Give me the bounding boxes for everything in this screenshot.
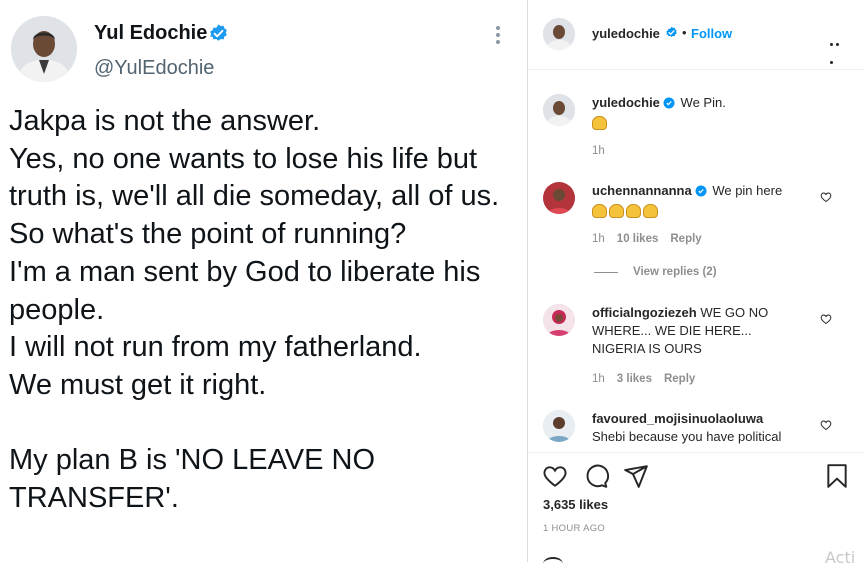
tweet-image: Yul Edochie @YulEdochie Jakpa is not the… <box>0 0 527 562</box>
tweet-author-handle: @YulEdochie <box>94 57 215 79</box>
raised-hands-emoji-icon <box>609 203 624 218</box>
post-username[interactable]: yuledochie <box>592 26 660 41</box>
emoji-icon[interactable] <box>543 557 563 571</box>
share-icon[interactable] <box>623 463 649 489</box>
caption-text: We Pin. <box>680 95 726 110</box>
caption-time: 1h <box>592 145 605 157</box>
comment-likes[interactable]: 10 likes <box>617 233 659 245</box>
verified-badge-icon <box>210 24 227 41</box>
emoji-row <box>592 114 609 132</box>
post-actions: 3,635 likes 1 HOUR AGO <box>528 452 864 562</box>
avatar[interactable] <box>543 410 575 442</box>
heart-icon[interactable] <box>820 419 832 431</box>
avatar[interactable] <box>543 94 575 126</box>
tweet-text: Jakpa is not the answer. Yes, no one wan… <box>9 105 500 515</box>
comment: uchennannanna We pin here <box>592 182 782 200</box>
emoji-row <box>592 202 660 220</box>
avatar[interactable] <box>543 182 575 214</box>
comment-time: 1h <box>592 373 605 385</box>
comment-likes[interactable]: 3 likes <box>617 373 652 385</box>
activate-windows-watermark: Acti <box>825 548 856 567</box>
comment-username[interactable]: officialngoziezeh <box>592 305 697 320</box>
post-time: 1 HOUR AGO <box>543 523 606 534</box>
follow-button[interactable]: Follow <box>691 26 732 41</box>
more-options-icon[interactable] <box>496 26 502 46</box>
comment-username[interactable]: favoured_mojisinuolaoluwa <box>592 411 763 426</box>
tweet-avatar <box>11 16 77 82</box>
instagram-post-panel: yuledochie • Follow yuledochie We Pin. 1… <box>527 0 864 562</box>
raised-fist-emoji-icon <box>592 115 607 130</box>
reply-button[interactable]: Reply <box>670 233 701 245</box>
tweet-author-name: Yul Edochie <box>94 22 208 44</box>
reply-button[interactable]: Reply <box>664 373 695 385</box>
verified-badge-icon <box>695 185 707 197</box>
comment: favoured_mojisinuolaoluwa Shebi because … <box>592 410 804 446</box>
avatar[interactable] <box>543 304 575 336</box>
bookmark-icon[interactable] <box>824 463 850 489</box>
raised-hands-emoji-icon <box>626 203 641 218</box>
comment-text: Shebi because you have political <box>592 429 782 444</box>
comment-text: We pin here <box>712 183 783 198</box>
comment-meta: 1h 10 likes Reply <box>592 233 702 245</box>
raised-hands-emoji-icon <box>643 203 658 218</box>
heart-icon[interactable] <box>542 463 568 489</box>
heart-icon[interactable] <box>820 313 832 325</box>
verified-badge-icon <box>666 26 677 37</box>
comment: officialngoziezeh WE GO NO WHERE... WE D… <box>592 304 804 358</box>
likes-count[interactable]: 3,635 likes <box>543 497 608 512</box>
more-options-icon[interactable] <box>830 33 846 64</box>
comment-username[interactable]: uchennannanna <box>592 183 692 198</box>
divider <box>594 272 618 273</box>
post-header: yuledochie • Follow <box>528 0 864 70</box>
caption-username[interactable]: yuledochie <box>592 95 660 110</box>
view-replies-button[interactable]: View replies (2) <box>633 266 717 278</box>
avatar[interactable] <box>543 18 575 50</box>
verified-badge-icon <box>663 97 675 109</box>
comment-time: 1h <box>592 233 605 245</box>
raised-hands-emoji-icon <box>592 203 607 218</box>
separator-dot: • <box>682 25 687 40</box>
heart-icon[interactable] <box>820 191 832 203</box>
comment-icon[interactable] <box>583 463 609 489</box>
caption: yuledochie We Pin. <box>592 94 726 112</box>
comment-meta: 1h 3 likes Reply <box>592 373 695 385</box>
